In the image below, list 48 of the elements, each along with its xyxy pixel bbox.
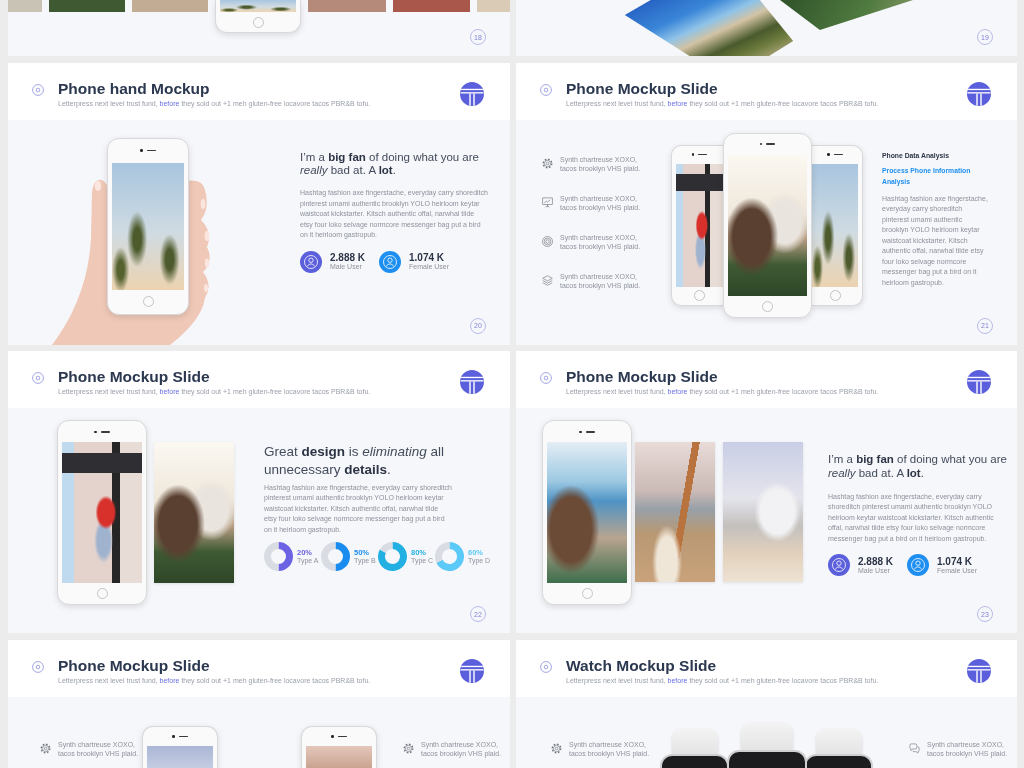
- camera-speaker-icon: [172, 735, 188, 738]
- gear-icon: [40, 743, 51, 755]
- photo-placeholder: [8, 0, 42, 12]
- slide-heading: I’m a big fan of doing what you are really bad at. A lot.: [828, 453, 1008, 480]
- photo-placeholder: [477, 0, 510, 12]
- ring-icon: [540, 660, 552, 673]
- logo-icon: [460, 658, 484, 683]
- photo-placeholder: [306, 745, 372, 768]
- watch-drawing: [660, 728, 729, 768]
- slide-title: Phone Mockup Slide: [566, 368, 719, 387]
- slide-title: Phone hand Mockup: [58, 79, 211, 98]
- ring-icon: [540, 372, 552, 385]
- camera-speaker-icon: [579, 430, 595, 434]
- logo-icon: [967, 370, 991, 395]
- donut-segment: [264, 542, 279, 572]
- camera-speaker-icon: [691, 153, 708, 156]
- camera-speaker-icon: [331, 735, 347, 738]
- photo-placeholder: [147, 745, 213, 768]
- gear-icon: [542, 158, 553, 170]
- slide-title: Phone Mockup Slide: [566, 79, 719, 98]
- gear-icon: [403, 743, 414, 755]
- camera-speaker-icon: [827, 153, 843, 156]
- camera-speaker-icon: [94, 430, 110, 434]
- donut-segment: [321, 542, 336, 572]
- ring-icon: [32, 372, 44, 385]
- slide-title: Phone Mockup Slide: [58, 656, 211, 675]
- stat-value: 1.074 K: [409, 252, 446, 264]
- ring-icon: [32, 660, 44, 673]
- ring-icon: [540, 83, 552, 96]
- logo-icon: [460, 81, 484, 106]
- presentation-board-icon: [542, 197, 553, 209]
- layers-icon: [542, 275, 553, 287]
- ring-icon: [32, 83, 44, 96]
- chat-bubbles-icon: [909, 743, 920, 755]
- slide-title: Watch Mockup Slide: [566, 656, 718, 675]
- logo-icon: [460, 370, 484, 395]
- stat-value: 2.888 K: [330, 252, 366, 264]
- slide-heading: I’m a big fan of doing what you are really bad at. A lot.: [300, 150, 480, 178]
- logo-icon: [967, 658, 991, 683]
- slide-heading: Great design is eliminating all unnecessary details.: [264, 443, 446, 479]
- slide-title: Phone Mockup Slide: [58, 368, 211, 387]
- logo-icon: [967, 81, 991, 106]
- target-icon: [542, 236, 553, 248]
- stat-value: 2.888 K: [858, 555, 894, 567]
- camera-speaker-icon: [140, 149, 156, 152]
- watch-drawing: [804, 728, 873, 768]
- stat-value: 1.074 K: [937, 555, 974, 567]
- gear-icon: [551, 743, 562, 755]
